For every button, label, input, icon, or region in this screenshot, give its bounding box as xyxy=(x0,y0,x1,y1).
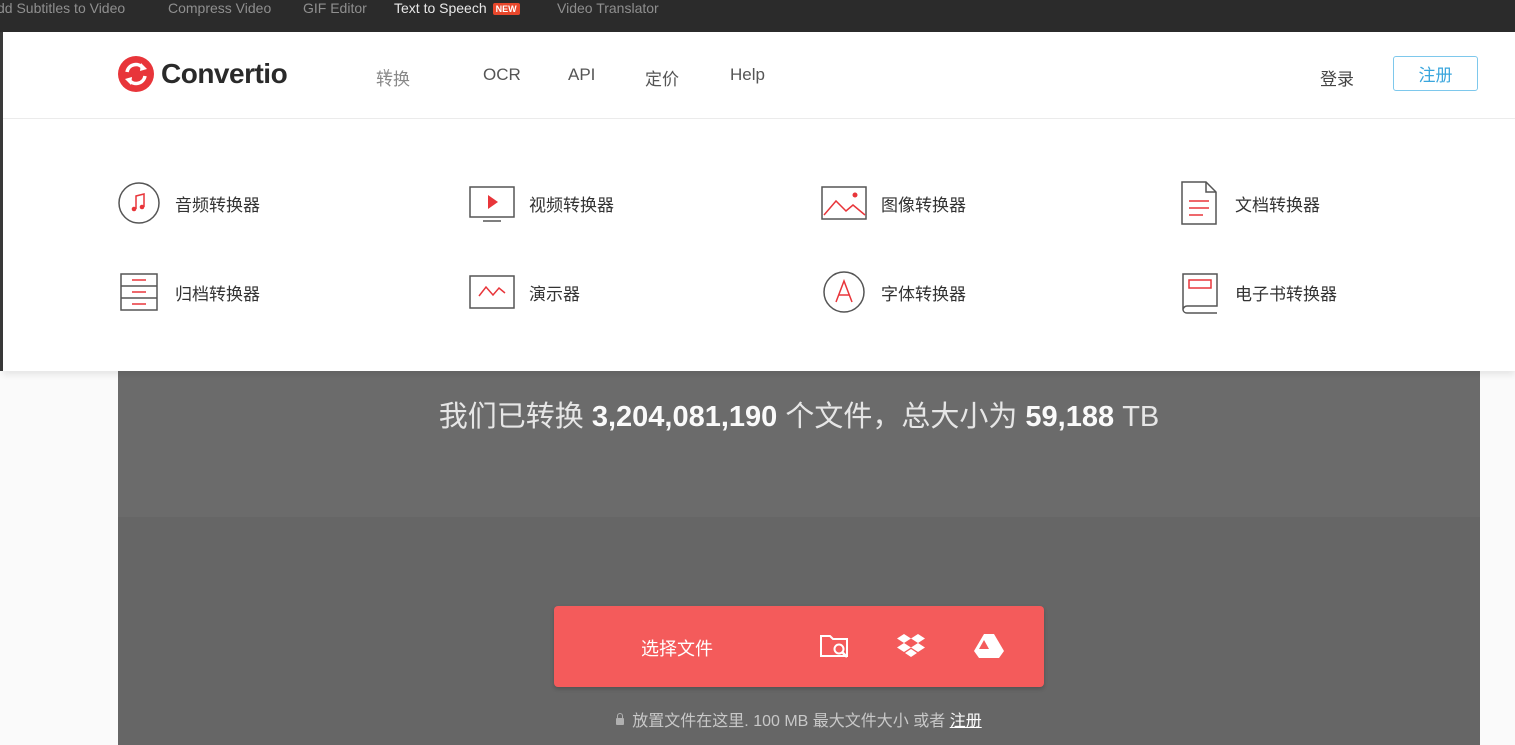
ebook-icon xyxy=(1182,273,1218,314)
nav-help[interactable]: Help xyxy=(730,65,765,85)
menu-item-video-converter[interactable]: 视频转换器 xyxy=(469,181,614,225)
menu-item-presentation-converter[interactable]: 演示器 xyxy=(469,270,580,314)
converter-dropdown-menu: 音频转换器 视频转换器 图像转换器 文档转换器 归档转换器 演示器 字体转换器 … xyxy=(3,119,1515,371)
hero-section: 我们已转换 3,204,081,190 个文件，总大小为 59,188 TB 选… xyxy=(118,371,1480,745)
new-badge: NEW xyxy=(492,3,520,15)
music-note-icon xyxy=(118,182,160,224)
drop-hint: 放置文件在这里. 100 MB 最大文件大小 或者 注册 xyxy=(118,707,1480,731)
menu-item-label: 视频转换器 xyxy=(529,195,614,215)
tool-link-gif-editor[interactable]: GIF Editor xyxy=(303,0,367,16)
menu-item-label: 归档转换器 xyxy=(175,284,260,304)
nav-pricing[interactable]: 定价 xyxy=(645,65,679,90)
menu-item-ebook-converter[interactable]: 电子书转换器 xyxy=(1177,270,1337,314)
top-tools-bar: dd Subtitles to Video Compress Video GIF… xyxy=(0,0,1515,32)
page-side-area xyxy=(0,371,118,745)
tool-link-text-to-speech[interactable]: Text to Speech NEW xyxy=(394,0,520,16)
files-count: 3,204,081,190 xyxy=(591,401,778,433)
menu-item-document-converter[interactable]: 文档转换器 xyxy=(1177,181,1320,225)
total-size: 59,188 xyxy=(1025,401,1115,433)
archive-icon xyxy=(120,273,158,311)
menu-item-label: 字体转换器 xyxy=(881,284,966,304)
page-side-area xyxy=(1480,371,1515,745)
font-icon xyxy=(823,271,865,313)
folder-search-icon[interactable] xyxy=(819,632,851,660)
signup-button[interactable]: 注册 xyxy=(1393,56,1478,91)
login-link[interactable]: 登录 xyxy=(1320,65,1354,90)
lock-icon xyxy=(616,713,625,725)
menu-item-archive-converter[interactable]: 归档转换器 xyxy=(117,270,260,314)
file-upload-bar: 选择文件 xyxy=(554,606,1044,687)
video-play-icon xyxy=(469,186,515,222)
nav-ocr[interactable]: OCR xyxy=(483,65,521,85)
menu-item-label: 演示器 xyxy=(529,284,580,304)
menu-item-label: 音频转换器 xyxy=(175,195,260,215)
nav-api[interactable]: API xyxy=(568,65,595,85)
conversion-stats: 我们已转换 3,204,081,190 个文件，总大小为 59,188 TB xyxy=(118,393,1480,435)
stats-prefix: 我们已转换 xyxy=(438,401,584,433)
menu-item-label: 电子书转换器 xyxy=(1235,284,1337,304)
tool-link-video-translator[interactable]: Video Translator xyxy=(557,0,659,16)
menu-item-font-converter[interactable]: 字体转换器 xyxy=(821,270,966,314)
menu-item-label: 图像转换器 xyxy=(881,195,966,215)
image-icon xyxy=(821,186,867,220)
tool-link-label: Text to Speech xyxy=(394,0,487,16)
tool-link-compress-video[interactable]: Compress Video xyxy=(168,0,271,16)
menu-item-label: 文档转换器 xyxy=(1235,195,1320,215)
google-drive-icon[interactable] xyxy=(973,632,1005,660)
menu-item-audio-converter[interactable]: 音频转换器 xyxy=(117,181,260,225)
presentation-icon xyxy=(469,275,515,309)
choose-files-button[interactable]: 选择文件 xyxy=(641,635,713,661)
tool-link-add-subtitles[interactable]: dd Subtitles to Video xyxy=(0,0,125,16)
chevron-down-icon: ∨ xyxy=(382,65,391,79)
size-unit: TB xyxy=(1122,401,1160,433)
hint-signup-link[interactable]: 注册 xyxy=(950,713,982,730)
document-icon xyxy=(1181,181,1217,225)
dropbox-icon[interactable] xyxy=(895,632,927,660)
hint-text: 放置文件在这里. 100 MB 最大文件大小 或者 xyxy=(632,713,946,730)
logo-text: Convertio xyxy=(161,58,288,89)
stats-middle: 个文件，总大小为 xyxy=(785,401,1018,433)
site-header: Convertio 转换 ∨ OCR API 定价 Help 登录 注册 xyxy=(3,32,1515,119)
convertio-logo[interactable]: Convertio xyxy=(117,55,288,93)
menu-item-image-converter[interactable]: 图像转换器 xyxy=(821,181,966,225)
convertio-logo-icon xyxy=(118,56,154,92)
